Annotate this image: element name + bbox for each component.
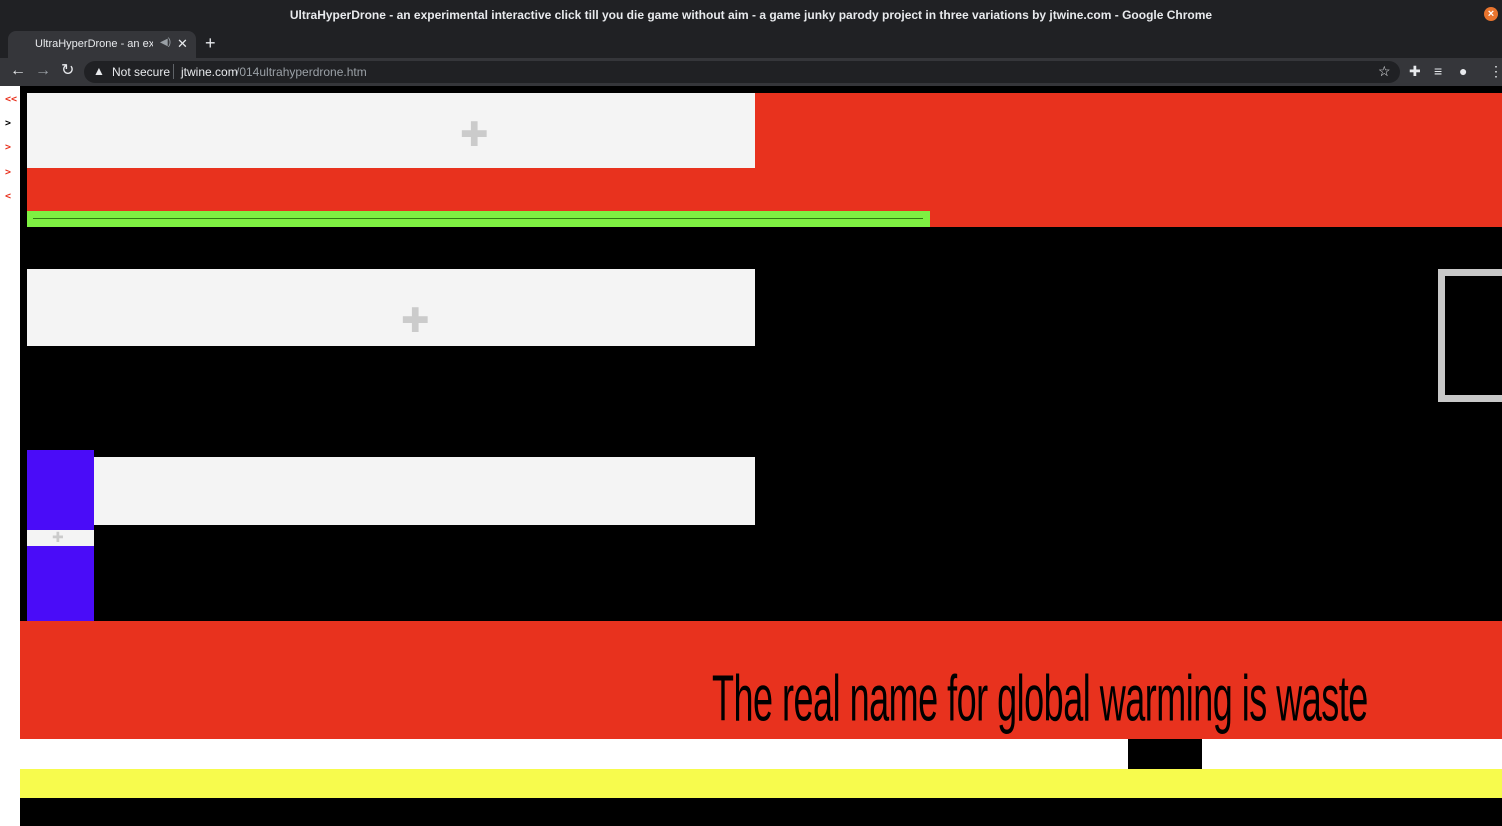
back-icon[interactable]: ←	[10, 62, 26, 80]
puzzle-piece-icon: ✚	[401, 302, 430, 340]
white-strip	[20, 739, 1502, 769]
nav-link-current[interactable]: >	[5, 118, 11, 129]
address-separator	[173, 64, 174, 79]
plugin-placeholder-small[interactable]: ✚	[27, 530, 94, 546]
puzzle-piece-icon: ✚	[460, 116, 489, 154]
window-title: UltraHyperDrone - an experimental intera…	[289, 8, 1213, 22]
tab-audio-icon[interactable]: ◀︎)	[160, 37, 171, 48]
extensions-icon[interactable]: ✚	[1409, 63, 1421, 79]
progress-bar-green	[27, 211, 930, 227]
menu-icon[interactable]: ⋮	[1489, 63, 1502, 79]
new-tab-button[interactable]: +	[205, 33, 216, 53]
nav-link-next[interactable]: >	[5, 142, 11, 153]
tab-title: UltraHyperDrone - an exp	[35, 38, 153, 50]
warning-icon[interactable]: ▲	[93, 64, 105, 78]
progress-bar-line	[33, 218, 923, 219]
plugin-placeholder-3[interactable]	[94, 457, 755, 525]
drone-frame-box[interactable]	[1438, 269, 1502, 402]
message-banner: The real name for global warming is wast…	[20, 621, 1502, 739]
puzzle-piece-icon: ✚	[52, 529, 64, 545]
yellow-strip	[20, 769, 1502, 798]
security-label[interactable]: Not secure	[112, 65, 170, 79]
black-block[interactable]	[1128, 739, 1202, 769]
nav-link-forward[interactable]: >	[5, 167, 11, 178]
tab-strip	[0, 30, 1502, 58]
window-title-bar: UltraHyperDrone - an experimental intera…	[0, 0, 1502, 30]
bookmark-star-icon[interactable]: ☆	[1378, 63, 1391, 79]
url-path[interactable]: /014ultrahyperdrone.htm	[236, 65, 367, 79]
media-control-icon[interactable]: ≡	[1434, 63, 1442, 79]
banner-text-wrap: The real name for global warming is wast…	[712, 661, 1368, 737]
forward-icon[interactable]: →	[35, 62, 51, 80]
browser-tab[interactable]: UltraHyperDrone - an exp ◀︎) ✕	[8, 31, 196, 58]
url-host[interactable]: jtwine.com	[181, 65, 238, 79]
window-close-button[interactable]: ×	[1484, 7, 1498, 21]
reload-icon[interactable]: ↻	[61, 62, 74, 80]
plugin-placeholder-1[interactable]: ✚	[27, 93, 755, 168]
profile-icon[interactable]: ●	[1459, 63, 1467, 79]
nav-link-back[interactable]: <	[5, 191, 11, 202]
tab-close-icon[interactable]: ✕	[177, 36, 188, 52]
plugin-placeholder-2[interactable]: ✚	[27, 269, 755, 346]
nav-link-first[interactable]: <<	[5, 94, 17, 105]
